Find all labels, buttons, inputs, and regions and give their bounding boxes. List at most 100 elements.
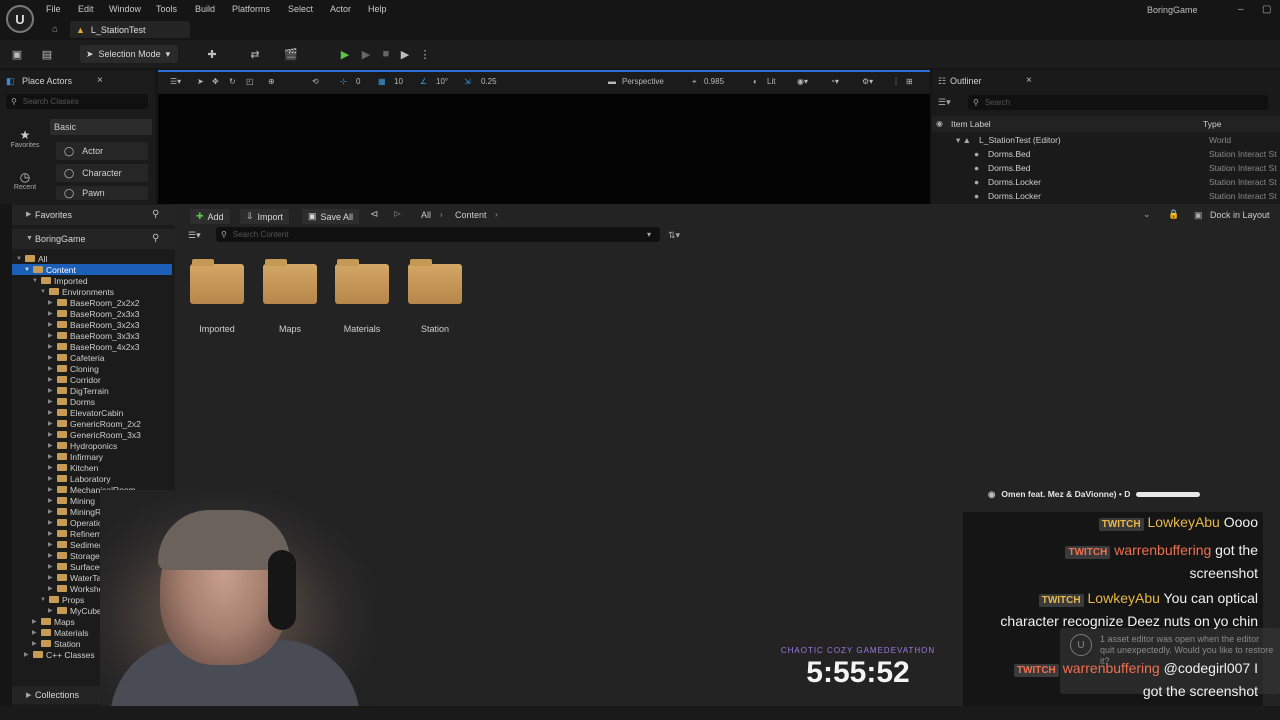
snap-angle-value[interactable]: 0 <box>356 77 360 86</box>
add-button[interactable]: ✚ Add <box>190 209 230 224</box>
menu-actor[interactable]: Actor <box>330 4 351 14</box>
tree-item-environment[interactable]: ▶ BaseRoom_2x2x2 <box>16 297 174 308</box>
close-icon[interactable]: × <box>1026 75 1032 86</box>
world-space-icon[interactable]: ⊕ <box>268 77 275 86</box>
translate-tool-icon[interactable]: ✥ <box>212 77 219 86</box>
content-search[interactable]: ⚲ Search Content <box>216 227 660 242</box>
outliner-row[interactable]: ● Dorms.Locker Station Interact St <box>932 177 1280 191</box>
folder-imported[interactable]: Imported <box>181 259 253 334</box>
col-type[interactable]: Type <box>1203 119 1221 129</box>
chevron-right-icon[interactable]: ▶ <box>48 530 54 537</box>
search-icon[interactable]: ⚲ <box>152 209 159 220</box>
settings-icon[interactable]: ⚙▾ <box>862 77 873 86</box>
chevron-right-icon[interactable]: ▶ <box>48 332 54 339</box>
breadcrumb-content[interactable]: Content <box>455 210 487 220</box>
actor-item-actor[interactable]: ◯ Actor <box>56 142 148 160</box>
menu-platforms[interactable]: Platforms <box>232 4 270 14</box>
blueprint-icon[interactable]: ⇄ <box>248 47 262 61</box>
tree-item-environment[interactable]: ▶ ElevatorCabin <box>16 407 174 418</box>
lock-icon[interactable]: 🔒 <box>1168 209 1179 220</box>
level-tab[interactable]: ▲ L_StationTest <box>70 21 190 38</box>
grid-snap-value[interactable]: 10 <box>394 77 403 86</box>
layout-icon[interactable]: ⊞ <box>906 77 913 86</box>
chevron-right-icon[interactable]: ▶ <box>48 519 54 526</box>
chevron-right-icon[interactable]: ▶ <box>48 442 54 449</box>
fov-value[interactable]: 0.985 <box>704 77 724 86</box>
menu-help[interactable]: Help <box>368 4 387 14</box>
launch-icon[interactable]: ▶ <box>398 47 412 61</box>
tree-item-environment[interactable]: ▶ Dorms <box>16 396 174 407</box>
outliner-row[interactable]: ● Dorms.Bed Station Interact St <box>932 149 1280 163</box>
tree-item-imported[interactable]: ▼ Imported <box>16 275 174 286</box>
tree-item-environment[interactable]: ▶ Hydroponics <box>16 440 174 451</box>
import-button[interactable]: ⇩ Import <box>240 209 290 224</box>
show-icon[interactable]: ◉▾ <box>797 77 808 86</box>
chevron-right-icon[interactable]: ▶ <box>48 376 54 383</box>
lit-dropdown[interactable]: Lit <box>767 77 775 86</box>
place-actors-search[interactable]: ⚲ Search Classes <box>6 94 148 109</box>
maximize-icon[interactable]: ▢ <box>1262 4 1271 15</box>
tree-item-environment[interactable]: ▶ GenericRoom_2x2 <box>16 418 174 429</box>
select-tool-icon[interactable]: ➤ <box>197 77 204 86</box>
folder-maps[interactable]: Maps <box>254 259 326 334</box>
menu-window[interactable]: Window <box>109 4 141 14</box>
minimize-icon[interactable]: – <box>1238 4 1244 15</box>
collections-header[interactable]: Collections <box>35 690 79 700</box>
chevron-right-icon[interactable]: ▶ <box>48 409 54 416</box>
chevron-right-icon[interactable]: ▶ <box>26 691 31 699</box>
forward-icon[interactable]: ⊳ <box>393 209 401 220</box>
more-options-icon[interactable]: ⋮ <box>418 47 432 61</box>
scale-tool-icon[interactable]: ◰ <box>246 77 254 86</box>
scale-snap-value[interactable]: 0.25 <box>481 77 497 86</box>
chevron-right-icon[interactable]: ▶ <box>48 387 54 394</box>
category-recent[interactable]: ◷ Recent <box>2 170 48 191</box>
tree-item-environment[interactable]: ▶ BaseRoom_2x3x3 <box>16 308 174 319</box>
breadcrumb-all[interactable]: All <box>421 210 431 220</box>
tree-item-environments[interactable]: ▼ Environments <box>16 286 174 297</box>
chevron-right-icon[interactable]: ▶ <box>48 299 54 306</box>
more-icon[interactable]: ⋮ <box>892 77 900 86</box>
camera-icon[interactable]: ▬ <box>608 77 616 86</box>
rotate-tool-icon[interactable]: ↻ <box>229 77 236 86</box>
selection-mode-dropdown[interactable]: ➤ Selection Mode ▾ <box>80 45 178 63</box>
step-icon[interactable]: ▶ <box>359 47 373 61</box>
tree-item-environment[interactable]: ▶ BaseRoom_3x2x3 <box>16 319 174 330</box>
chevron-right-icon[interactable]: ▶ <box>48 464 54 471</box>
content-icon[interactable]: ▤ <box>40 47 54 61</box>
tree-item-environment[interactable]: ▶ Laboratory <box>16 473 174 484</box>
visibility-icon[interactable]: ◉ <box>936 119 943 128</box>
menu-select[interactable]: Select <box>288 4 313 14</box>
menu-edit[interactable]: Edit <box>78 4 94 14</box>
surface-snap-icon[interactable]: ⟲ <box>312 77 319 86</box>
chevron-right-icon[interactable]: ▶ <box>48 321 54 328</box>
outliner-row[interactable]: ▾ ▲ L_StationTest (Editor) World <box>932 135 1280 149</box>
col-item-label[interactable]: Item Label <box>951 119 991 129</box>
perspective-dropdown[interactable]: Perspective <box>622 77 664 86</box>
rotation-snap-icon[interactable]: ∠ <box>420 77 427 86</box>
favorites-header[interactable]: Favorites <box>35 210 72 220</box>
chevron-right-icon[interactable]: ▶ <box>48 365 54 372</box>
search-icon[interactable]: ⚲ <box>152 233 159 244</box>
menu-tools[interactable]: Tools <box>156 4 177 14</box>
tree-item-environment[interactable]: ▶ Cloning <box>16 363 174 374</box>
filter-icon[interactable]: ☰▾ <box>188 230 201 241</box>
chevron-right-icon[interactable]: ▶ <box>48 310 54 317</box>
outliner-row[interactable]: ● Dorms.Bed Station Interact St <box>932 163 1280 177</box>
chevron-right-icon[interactable]: ▶ <box>48 552 54 559</box>
unreal-logo-icon[interactable]: U <box>6 5 34 33</box>
actor-item-pawn[interactable]: ◯ Pawn <box>56 186 148 200</box>
tree-item-environment[interactable]: ▶ Kitchen <box>16 462 174 473</box>
viewport-menu-icon[interactable]: ☰▾ <box>170 77 181 86</box>
chevron-right-icon[interactable]: ▶ <box>48 574 54 581</box>
tree-item-environment[interactable]: ▶ BaseRoom_3x3x3 <box>16 330 174 341</box>
chevron-right-icon[interactable]: ▶ <box>48 497 54 504</box>
menu-build[interactable]: Build <box>195 4 215 14</box>
tree-item-all[interactable]: ▼ All <box>16 253 174 264</box>
scale-snap-icon[interactable]: ⇲ <box>464 77 471 86</box>
save-all-button[interactable]: ▣ Save All <box>302 209 360 224</box>
chevron-right-icon[interactable]: ▶ <box>48 453 54 460</box>
rotation-snap-value[interactable]: 10° <box>436 77 448 86</box>
chevron-down-icon[interactable]: ⌄ <box>1143 209 1151 220</box>
chevron-right-icon[interactable]: ▶ <box>48 585 54 592</box>
tree-item-environment[interactable]: ▶ BaseRoom_4x2x3 <box>16 341 174 352</box>
